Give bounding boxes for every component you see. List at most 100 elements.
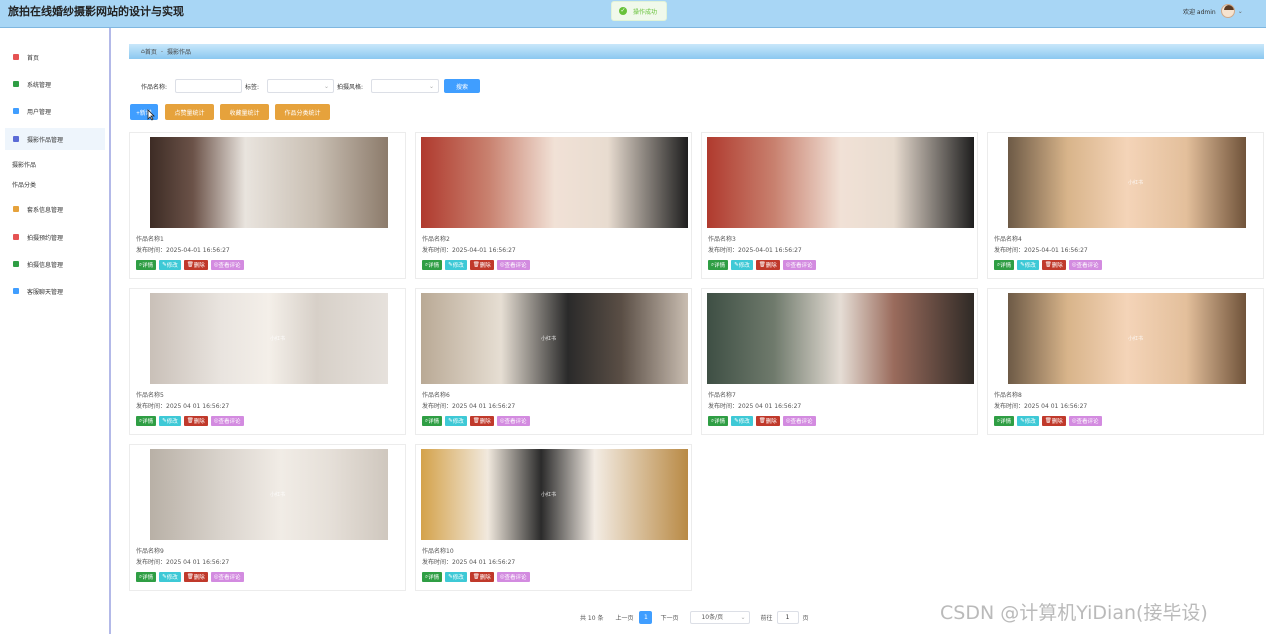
detail-button[interactable]: ⌕ 详情 bbox=[136, 260, 157, 270]
view-comments-button[interactable]: ◎ 查看评论 bbox=[210, 416, 244, 426]
photo-thumbnail[interactable]: 小红书 bbox=[1008, 137, 1246, 228]
toast-message: 操作成功 bbox=[633, 8, 658, 16]
edit-label: 修改 bbox=[452, 263, 464, 269]
delete-button[interactable]: 🗑 删除 bbox=[469, 416, 494, 426]
breadcrumb-home[interactable]: 首页 bbox=[145, 47, 157, 56]
edit-button[interactable]: ✎ 修改 bbox=[1017, 416, 1039, 426]
name-input[interactable] bbox=[175, 79, 242, 93]
detail-button[interactable]: ⌕ 详情 bbox=[994, 260, 1015, 270]
detail-button[interactable]: ⌕ 详情 bbox=[136, 572, 157, 582]
tag-select[interactable]: ⌄ bbox=[267, 79, 334, 93]
detail-button[interactable]: ⌕ 详情 bbox=[136, 416, 157, 426]
sidebar-subitem-categories[interactable]: 作品分类 bbox=[12, 180, 36, 189]
photo-thumbnail[interactable]: 小红书 bbox=[421, 293, 688, 384]
avatar[interactable] bbox=[1220, 4, 1235, 18]
breadcrumb-separator: - bbox=[160, 48, 163, 55]
check-circle-icon: ✓ bbox=[619, 7, 627, 15]
detail-button[interactable]: ⌕ 详情 bbox=[422, 260, 443, 270]
photo-thumbnail[interactable]: 小红书 bbox=[150, 293, 388, 384]
photo-card[interactable]: 小红书 作品名称10 发布时间：2025 04 01 16:56:27 ⌕ 详情 ✎ 修改 🗑… bbox=[415, 444, 692, 591]
sidebar-item-packages[interactable]: 套系信息管理 bbox=[5, 198, 105, 220]
sidebar-item-shoot-info[interactable]: 拍摄信息管理 bbox=[5, 253, 105, 275]
sidebar-item-users[interactable]: 用户管理 bbox=[5, 100, 105, 122]
detail-button[interactable]: ⌕ 详情 bbox=[422, 572, 443, 582]
sidebar-item-booking[interactable]: 拍摄预约管理 bbox=[5, 226, 105, 248]
view-comments-button[interactable]: ◎ 查看评论 bbox=[496, 416, 530, 426]
photo-watermark: 小红书 bbox=[270, 492, 286, 498]
delete-button[interactable]: 🗑 删除 bbox=[1041, 260, 1066, 270]
goto-page-input[interactable]: 1 bbox=[776, 610, 799, 624]
like-stats-button[interactable]: 点赞量统计 bbox=[165, 104, 214, 120]
delete-button[interactable]: 🗑 删除 bbox=[1041, 416, 1066, 426]
card-actions: ⌕ 详情 ✎ 修改 🗑 删除 ◎ 查看评论 bbox=[708, 260, 819, 270]
photo-thumbnail[interactable] bbox=[707, 293, 974, 384]
detail-button[interactable]: ⌕ 详情 bbox=[708, 416, 729, 426]
delete-button[interactable]: 🗑 删除 bbox=[469, 572, 494, 582]
edit-button[interactable]: ✎ 修改 bbox=[159, 260, 181, 270]
edit-button[interactable]: ✎ 修改 bbox=[445, 416, 467, 426]
edit-label: 修改 bbox=[166, 419, 178, 425]
photo-thumbnail[interactable]: 小红书 bbox=[1008, 293, 1246, 384]
view-comments-button[interactable]: ◎ 查看评论 bbox=[210, 260, 244, 270]
user-menu[interactable]: 欢迎 admin ⌄ bbox=[1183, 4, 1243, 18]
edit-label: 修改 bbox=[1024, 263, 1036, 269]
photo-watermark: 小红书 bbox=[541, 492, 557, 498]
photo-card[interactable]: 小红书 作品名称8 发布时间：2025 04 01 16:56:27 ⌕ 详情 ✎ 修改 🗑 删… bbox=[987, 288, 1264, 435]
favorite-stats-button[interactable]: 收藏量统计 bbox=[220, 104, 269, 120]
view-comments-button[interactable]: ◎ 查看评论 bbox=[782, 416, 816, 426]
photo-thumbnail[interactable]: 小红书 bbox=[421, 449, 688, 540]
camera-icon bbox=[13, 136, 19, 142]
view-comments-button[interactable]: ◎ 查看评论 bbox=[1068, 416, 1102, 426]
delete-button[interactable]: 🗑 删除 bbox=[755, 416, 780, 426]
style-select[interactable]: ⌄ bbox=[371, 79, 439, 93]
edit-label: 修改 bbox=[738, 419, 750, 425]
app-title: 旅拍在线婚纱摄影网站的设计与实现 bbox=[8, 5, 184, 18]
photo-card[interactable]: 作品名称3 发布时间：2025-04-01 16:56:27 ⌕ 详情 ✎ 修改 🗑 删除 ◎ 查… bbox=[701, 132, 978, 279]
view-comments-button[interactable]: ◎ 查看评论 bbox=[1068, 260, 1102, 270]
sidebar-subitem-works[interactable]: 摄影作品 bbox=[12, 160, 36, 169]
page-1-button[interactable]: 1 bbox=[639, 610, 653, 624]
prev-page-button[interactable]: 上一页 bbox=[615, 613, 633, 622]
edit-button[interactable]: ✎ 修改 bbox=[445, 572, 467, 582]
sidebar-item-system[interactable]: 系统管理 bbox=[5, 73, 105, 95]
delete-button[interactable]: 🗑 删除 bbox=[183, 260, 208, 270]
photo-card[interactable]: 小红书 作品名称5 发布时间：2025 04 01 16:56:27 ⌕ 详情 ✎ 修改 🗑 删… bbox=[129, 288, 406, 435]
delete-button[interactable]: 🗑 删除 bbox=[183, 416, 208, 426]
photo-thumbnail[interactable]: 小红书 bbox=[150, 449, 388, 540]
view-comments-button[interactable]: ◎ 查看评论 bbox=[496, 260, 530, 270]
photo-card[interactable]: 小红书 作品名称6 发布时间：2025 04 01 16:56:27 ⌕ 详情 ✎ 修改 🗑 删… bbox=[415, 288, 692, 435]
sidebar-item-photo-works[interactable]: 摄影作品管理 bbox=[5, 128, 105, 150]
sidebar-item-label: 拍摄信息管理 bbox=[27, 261, 64, 269]
view-comments-button[interactable]: ◎ 查看评论 bbox=[210, 572, 244, 582]
detail-button[interactable]: ⌕ 详情 bbox=[422, 416, 443, 426]
detail-button[interactable]: ⌕ 详情 bbox=[994, 416, 1015, 426]
chevron-down-icon[interactable]: ⌄ bbox=[1238, 8, 1243, 15]
photo-card[interactable]: 作品名称2 发布时间：2025-04-01 16:56:27 ⌕ 详情 ✎ 修改 🗑 删除 ◎ 查… bbox=[415, 132, 692, 279]
detail-button[interactable]: ⌕ 详情 bbox=[708, 260, 729, 270]
photo-thumbnail[interactable] bbox=[707, 137, 974, 228]
edit-button[interactable]: ✎ 修改 bbox=[159, 416, 181, 426]
photo-thumbnail[interactable] bbox=[421, 137, 688, 228]
delete-button[interactable]: 🗑 删除 bbox=[755, 260, 780, 270]
sidebar-item-chat[interactable]: 客服聊天管理 bbox=[5, 280, 105, 302]
edit-button[interactable]: ✎ 修改 bbox=[1017, 260, 1039, 270]
view-comments-button[interactable]: ◎ 查看评论 bbox=[782, 260, 816, 270]
page-size-select[interactable]: 10条/页 ⌄ bbox=[690, 610, 751, 624]
category-stats-button[interactable]: 作品分类统计 bbox=[275, 104, 330, 120]
search-button[interactable]: 搜索 bbox=[444, 79, 480, 93]
delete-button[interactable]: 🗑 删除 bbox=[469, 260, 494, 270]
card-title: 作品名称3 bbox=[708, 236, 736, 243]
edit-button[interactable]: ✎ 修改 bbox=[731, 416, 753, 426]
view-comments-button[interactable]: ◎ 查看评论 bbox=[496, 572, 530, 582]
edit-button[interactable]: ✎ 修改 bbox=[445, 260, 467, 270]
photo-card[interactable]: 作品名称7 发布时间：2025 04 01 16:56:27 ⌕ 详情 ✎ 修改 🗑 删除 ◎ 查… bbox=[701, 288, 978, 435]
photo-card[interactable]: 小红书 作品名称9 发布时间：2025 04 01 16:56:27 ⌕ 详情 ✎ 修改 🗑 删… bbox=[129, 444, 406, 591]
delete-button[interactable]: 🗑 删除 bbox=[183, 572, 208, 582]
photo-thumbnail[interactable] bbox=[150, 137, 388, 228]
next-page-button[interactable]: 下一页 bbox=[660, 613, 678, 622]
edit-button[interactable]: ✎ 修改 bbox=[159, 572, 181, 582]
photo-card[interactable]: 作品名称1 发布时间：2025-04-01 16:56:27 ⌕ 详情 ✎ 修改 🗑 删除 ◎ 查… bbox=[129, 132, 406, 279]
sidebar-item-home[interactable]: 首页 bbox=[5, 46, 105, 68]
photo-card[interactable]: 小红书 作品名称4 发布时间：2025-04-01 16:56:27 ⌕ 详情 ✎ 修改 🗑 删… bbox=[987, 132, 1264, 279]
edit-button[interactable]: ✎ 修改 bbox=[731, 260, 753, 270]
